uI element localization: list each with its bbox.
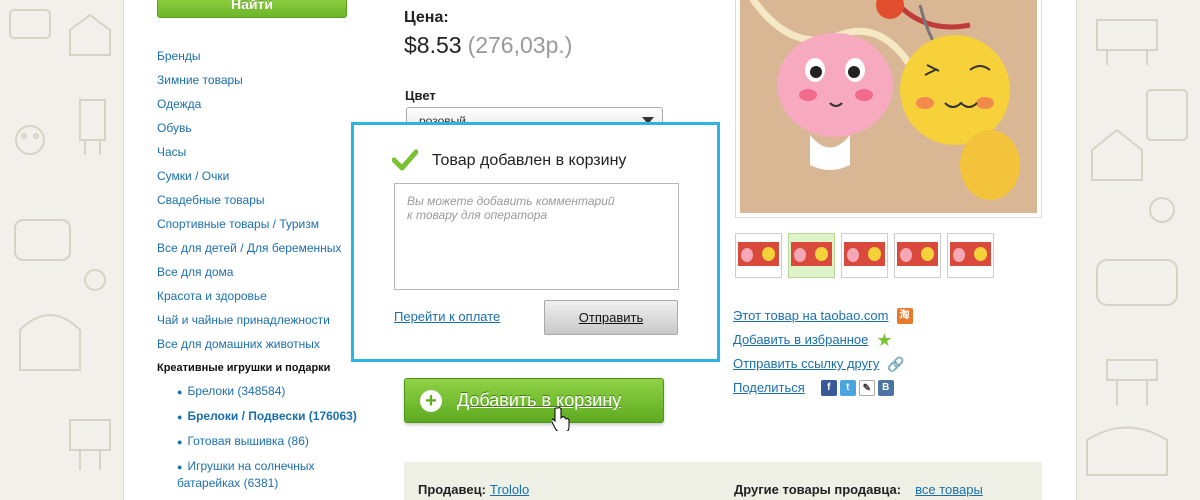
vkontakte-icon[interactable]: B [877,380,894,396]
bullet-icon: ● [177,387,183,397]
subcategory-list: ● Брелоки (348584) ● Брелоки / Подвески (1… [177,383,357,499]
category-bags[interactable]: Сумки / Очки [157,166,341,190]
price-rub: (276,03р.) [467,32,573,58]
bullet-icon: ● [177,462,183,472]
add-to-cart-label: Добавить в корзину [457,390,622,410]
add-to-cart-button[interactable]: + Добавить в корзину [404,378,664,423]
category-pets[interactable]: Все для домашних животных [157,334,341,358]
color-label: Цвет [405,88,436,103]
share-row: Поделиться f t ✎ B [733,376,913,400]
thumbnail-strip [735,233,994,278]
product-photo [740,0,1037,213]
thumbnail-image [738,242,779,266]
link-chain-icon: 🔗 [887,356,905,372]
seller-other-products: Другие товары продавца: все товары [734,482,983,497]
subcategory-label: Игрушки на солнечных батарейках (6381) [177,459,315,490]
category-clothes[interactable]: Одежда [157,94,341,118]
thumbnail-image [950,242,991,266]
thumbnail-image [897,242,938,266]
category-kids[interactable]: Все для детей / Для беременных [157,238,341,262]
add-favorite-link[interactable]: Добавить в избранное [733,331,868,349]
price-usd: $8.53 [404,32,462,58]
subcategory-item[interactable]: ● Готовая вышивка (86) [177,433,357,450]
bullet-icon: ● [177,412,183,422]
background-doodles-right [1077,0,1200,500]
category-winter[interactable]: Зимние товары [157,70,341,94]
category-watches[interactable]: Часы [157,142,341,166]
category-brands[interactable]: Бренды [157,46,341,70]
page-content: Найти Бренды Зимние товары Одежда Обувь … [123,0,1077,500]
share-icons: f t ✎ B [820,380,894,396]
plus-icon: + [420,390,442,412]
send-button[interactable]: Отправить [544,300,678,335]
modal-title: Товар добавлен в корзину [432,152,627,169]
hand-cursor-icon [552,407,570,431]
livejournal-icon[interactable]: ✎ [858,380,875,396]
category-creative-toys[interactable]: Креативные игрушки и подарки [157,358,341,382]
thumbnail-image [844,242,885,266]
other-products-label: Другие товары продавца: [734,482,902,497]
seller-link[interactable]: Trololo [490,482,529,497]
bullet-icon: ● [177,437,183,447]
background-doodles-left [0,0,123,500]
send-friend-link[interactable]: Отправить ссылку другу [733,355,879,373]
thumbnail[interactable] [841,233,888,278]
category-list: Бренды Зимние товары Одежда Обувь Часы С… [157,46,341,382]
category-beauty[interactable]: Красота и здоровье [157,286,341,310]
category-tea[interactable]: Чай и чайные принадлежности [157,310,341,334]
twitter-icon[interactable]: t [839,380,856,396]
category-home[interactable]: Все для дома [157,262,341,286]
taobao-row: Этот товар на taobao.com 淘 [733,304,913,328]
category-sport[interactable]: Спортивные товары / Туризм [157,214,341,238]
seller-bar: Продавец: Trololo Другие товары продавца:… [404,462,1042,500]
price-label: Цена: [404,9,449,26]
thumbnail[interactable] [947,233,994,278]
subcategory-label: Готовая вышивка (86) [187,434,309,448]
seller-info: Продавец: Trololo [418,482,529,497]
share-link[interactable]: Поделиться [733,379,805,397]
price: $8.53 (276,03р.) [404,32,572,59]
comment-input[interactable] [394,183,679,290]
facebook-icon[interactable]: f [820,380,837,396]
checkmark-icon [392,149,418,171]
thumbnail[interactable] [735,233,782,278]
all-products-link[interactable]: все товары [915,482,983,497]
send-friend-row: Отправить ссылку другу 🔗 [733,352,913,376]
star-icon: ★ [876,330,893,350]
subcategory-item[interactable]: ● Игрушки на солнечных батарейках (6381) [177,458,357,491]
category-shoes[interactable]: Обувь [157,118,341,142]
subcategory-item[interactable]: ● Брелоки / Подвески (176063) [177,408,357,425]
taobao-link[interactable]: Этот товар на taobao.com [733,307,889,325]
added-to-cart-modal: Товар добавлен в корзину Перейти к оплат… [351,122,720,362]
thumbnail[interactable] [894,233,941,278]
thumbnail-selected[interactable] [788,233,835,278]
subcategory-item[interactable]: ● Брелоки (348584) [177,383,357,400]
product-image[interactable] [735,0,1042,218]
taobao-icon: 淘 [896,308,913,324]
search-button[interactable]: Найти [157,0,347,18]
product-actions: Этот товар на taobao.com 淘 Добавить в из… [733,304,913,400]
go-to-payment-link[interactable]: Перейти к оплате [394,309,500,324]
subcategory-label: Брелоки / Подвески (176063) [187,409,357,423]
favorite-row: Добавить в избранное ★ [733,328,913,352]
subcategory-label: Брелоки (348584) [187,384,286,398]
thumbnail-image [791,242,832,266]
seller-label: Продавец: [418,482,486,497]
category-wedding[interactable]: Свадебные товары [157,190,341,214]
